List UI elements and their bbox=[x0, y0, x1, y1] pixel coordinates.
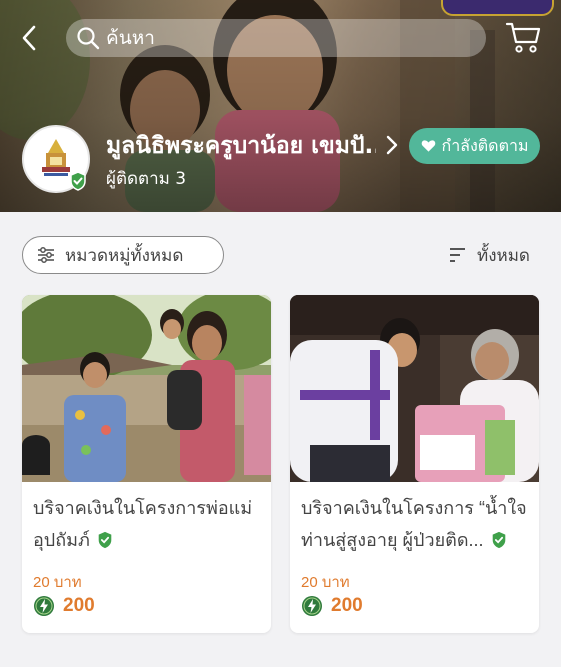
search-bar[interactable]: ค้นหา bbox=[66, 19, 486, 57]
category-filter-button[interactable]: หมวดหมู่ทั้งหมด bbox=[22, 236, 224, 274]
verified-icon bbox=[98, 531, 112, 549]
verified-icon bbox=[492, 531, 505, 549]
back-icon bbox=[22, 25, 36, 51]
campaign-title: บริจาคเงินในโครงการ “น้ำใจท่านสู่สูงอายุ… bbox=[301, 498, 527, 550]
verified-icon bbox=[70, 171, 86, 191]
cart-button[interactable] bbox=[505, 20, 541, 54]
heart-icon bbox=[421, 140, 435, 152]
follower-count: ผู้ติดตาม 3 bbox=[106, 169, 187, 189]
org-name[interactable]: มูลนิธิพระครูบาน้อย เขมปั... bbox=[106, 128, 376, 164]
sort-button[interactable]: ทั้งหมด bbox=[449, 240, 530, 270]
points-coin-icon bbox=[34, 596, 54, 616]
cart-icon bbox=[505, 22, 541, 53]
chevron-right-icon[interactable] bbox=[384, 133, 400, 157]
campaign-title: บริจาคเงินในโครงการพ่อแม่อุปถัมภ์ bbox=[33, 498, 253, 550]
campaign-card[interactable]: บริจาคเงินในโครงการ “น้ำใจท่านสู่สูงอายุ… bbox=[290, 295, 539, 633]
sort-icon bbox=[450, 248, 465, 262]
sort-label: ทั้งหมด bbox=[477, 245, 530, 266]
following-button[interactable]: กำลังติดตาม bbox=[409, 128, 540, 164]
back-button[interactable] bbox=[14, 22, 44, 54]
filter-sliders-icon bbox=[38, 247, 54, 263]
campaign-image bbox=[290, 295, 539, 482]
campaign-image bbox=[22, 295, 271, 482]
campaign-price: 20 บาท bbox=[301, 574, 350, 591]
campaign-card[interactable]: บริจาคเงินในโครงการพ่อแม่อุปถัมภ์ 20 บาท… bbox=[22, 295, 271, 633]
campaign-points: 200 bbox=[33, 595, 95, 617]
search-placeholder: ค้นหา bbox=[106, 27, 155, 49]
campaign-points: 200 bbox=[301, 595, 363, 617]
top-logo-badge bbox=[441, 0, 554, 16]
points-coin-icon bbox=[302, 596, 322, 616]
following-label: กำลังติดตาม bbox=[441, 135, 529, 155]
search-icon bbox=[77, 27, 100, 50]
category-filter-label: หมวดหมู่ทั้งหมด bbox=[65, 245, 184, 266]
campaign-price: 20 บาท bbox=[33, 574, 82, 591]
